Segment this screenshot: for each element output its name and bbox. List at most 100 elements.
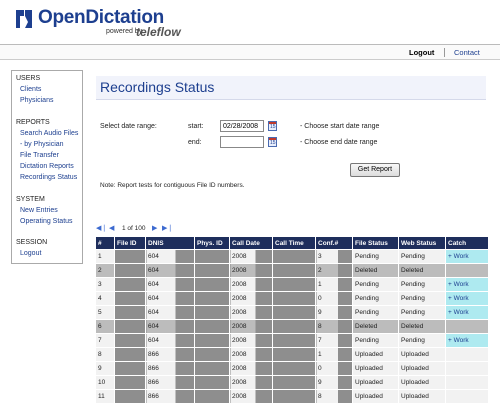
end-calendar-icon[interactable] [268, 137, 277, 147]
cell-call-time [272, 389, 316, 404]
cell-conf: 8 [315, 389, 353, 404]
cell-dnis: 866 [145, 347, 195, 362]
cell-n: 11 [95, 389, 115, 404]
nav-separator [444, 48, 445, 57]
sidebar-item-file-transfer[interactable]: File Transfer [20, 152, 59, 159]
cell-file-id [114, 361, 146, 376]
cell-web-status: Deleted [398, 319, 446, 334]
catch-work-button[interactable]: + Work [445, 305, 489, 320]
cell-call-date: 2008 [229, 263, 273, 278]
table-row[interactable]: 7604220087PendingPending+ Work [95, 333, 489, 348]
cell-conf: 1 [315, 277, 353, 292]
cell-n: 4 [95, 291, 115, 306]
cell-file-status: Pending [352, 333, 399, 348]
cell-web-status: Pending [398, 277, 446, 292]
prev-page-icon[interactable]: ◀ [109, 224, 114, 233]
cell-call-time [272, 347, 316, 362]
catch-work-button[interactable]: + Work [445, 249, 489, 264]
table-row[interactable]: 9866320080UploadedUploaded [95, 361, 489, 376]
table-row[interactable]: 6604220088DeletedDeleted [95, 319, 489, 334]
logo-brand: teleflow [136, 25, 181, 39]
table-row[interactable]: 4604220080PendingPending+ Work [95, 291, 489, 306]
cell-call-date: 2008 [229, 305, 273, 320]
cell-file-id [114, 333, 146, 348]
table-body: 1604220083PendingPending+ Work2604220082… [95, 249, 489, 404]
cell-web-status: Pending [398, 305, 446, 320]
sidebar-item-new-entries[interactable]: New Entries [20, 207, 58, 214]
first-page-icon[interactable]: ◀❘ [96, 224, 107, 233]
sidebar-heading-system: SYSTEM [16, 196, 45, 203]
column-header[interactable]: Conf.# [315, 236, 353, 250]
cell-file-status: Deleted [352, 319, 399, 334]
cell-file-status: Pending [352, 277, 399, 292]
cell-dnis: 866 [145, 389, 195, 404]
column-header[interactable]: Catch [445, 236, 489, 250]
table-row[interactable]: 1604220083PendingPending+ Work [95, 249, 489, 264]
page-title-band: Recordings Status [96, 76, 486, 100]
cell-file-id [114, 291, 146, 306]
cell-conf: 0 [315, 361, 353, 376]
catch-work-button[interactable]: + Work [445, 291, 489, 306]
table-header-row: # File ID DNIS Phys. ID Call Date Call Time Co… [95, 236, 489, 250]
start-calendar-icon[interactable] [268, 121, 277, 131]
sidebar-item-recordings-status[interactable]: Recordings Status [20, 174, 77, 181]
cell-web-status: Uploaded [398, 361, 446, 376]
catch-work-button[interactable]: + Work [445, 333, 489, 348]
cell-conf: 9 [315, 375, 353, 390]
od-logo-mark-icon [16, 10, 32, 28]
cell-call-date: 2008 [229, 291, 273, 306]
column-header[interactable]: Call Date [229, 236, 273, 250]
cell-phys-id: 2 [194, 319, 230, 334]
table-row[interactable]: 2604220082DeletedDeleted [95, 263, 489, 278]
sidebar-item-dictation-reports[interactable]: Dictation Reports [20, 163, 74, 170]
cell-conf: 2 [315, 263, 353, 278]
cell-call-time [272, 333, 316, 348]
cell-call-time [272, 375, 316, 390]
table-row[interactable]: 11866020088UploadedUploaded [95, 389, 489, 404]
cell-call-time [272, 361, 316, 376]
cell-web-status: Pending [398, 249, 446, 264]
table-row[interactable]: 3604220081PendingPending+ Work [95, 277, 489, 292]
table-row[interactable]: 8866120081UploadedUploaded [95, 347, 489, 362]
next-page-icon[interactable]: ▶ [152, 224, 157, 233]
pager-info: 1 of 100 [122, 225, 146, 232]
sidebar-item-by-physician[interactable]: - by Physician [20, 141, 64, 148]
end-date-input[interactable] [220, 136, 264, 148]
cell-phys-id: 3 [194, 361, 230, 376]
sidebar-item-search-audio-files[interactable]: Search Audio Files [20, 130, 78, 137]
top-nav-bar: Logout Contact [0, 44, 500, 60]
cell-file-id [114, 277, 146, 292]
cell-dnis: 604 [145, 277, 195, 292]
column-header[interactable]: Call Time [272, 236, 316, 250]
contact-link[interactable]: Contact [454, 48, 480, 57]
cell-phys-id: 2 [194, 291, 230, 306]
sidebar-item-physicians[interactable]: Physicians [20, 97, 53, 104]
last-page-icon[interactable]: ▶❘ [162, 224, 173, 233]
cell-n: 8 [95, 347, 115, 362]
logout-link[interactable]: Logout [409, 48, 434, 57]
column-header[interactable]: # [95, 236, 115, 250]
get-report-button[interactable]: Get Report [350, 163, 400, 177]
column-header[interactable]: Web Status [398, 236, 446, 250]
cell-phys-id: 2 [194, 277, 230, 292]
cell-dnis: 866 [145, 375, 195, 390]
cell-catch [445, 347, 489, 362]
catch-work-button[interactable]: + Work [445, 277, 489, 292]
column-header[interactable]: File ID [114, 236, 146, 250]
sidebar: USERS Clients Physicians REPORTS Search … [11, 70, 83, 264]
cell-dnis: 604 [145, 263, 195, 278]
table-row[interactable]: 5604220089PendingPending+ Work [95, 305, 489, 320]
table-row[interactable]: 10866220089UploadedUploaded [95, 375, 489, 390]
cell-call-time [272, 249, 316, 264]
cell-web-status: Uploaded [398, 375, 446, 390]
start-date-input[interactable] [220, 120, 264, 132]
recordings-table: # File ID DNIS Phys. ID Call Date Call Time Co… [95, 236, 489, 404]
cell-call-date: 2008 [229, 389, 273, 404]
column-header[interactable]: File Status [352, 236, 399, 250]
column-header[interactable]: Phys. ID [194, 236, 230, 250]
sidebar-item-operating-status[interactable]: Operating Status [20, 218, 73, 225]
sidebar-item-clients[interactable]: Clients [20, 86, 41, 93]
cell-call-date: 2008 [229, 277, 273, 292]
sidebar-item-logout[interactable]: Logout [20, 250, 41, 257]
column-header[interactable]: DNIS [145, 236, 195, 250]
